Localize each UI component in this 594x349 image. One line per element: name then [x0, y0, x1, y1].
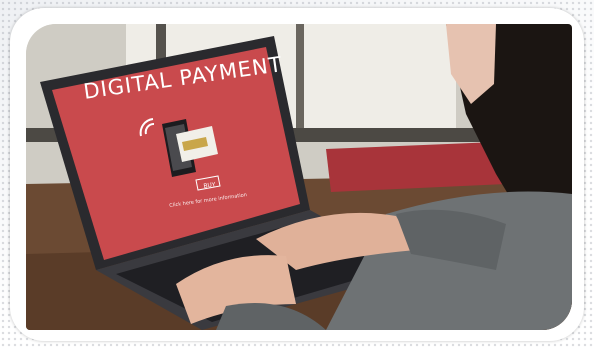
window-frame-mid — [296, 24, 304, 134]
red-notebook — [326, 142, 506, 192]
photo-scene — [26, 24, 572, 330]
photo-digital-payment: DIGITAL PAYMENT BUY Click here for more … — [26, 24, 572, 330]
